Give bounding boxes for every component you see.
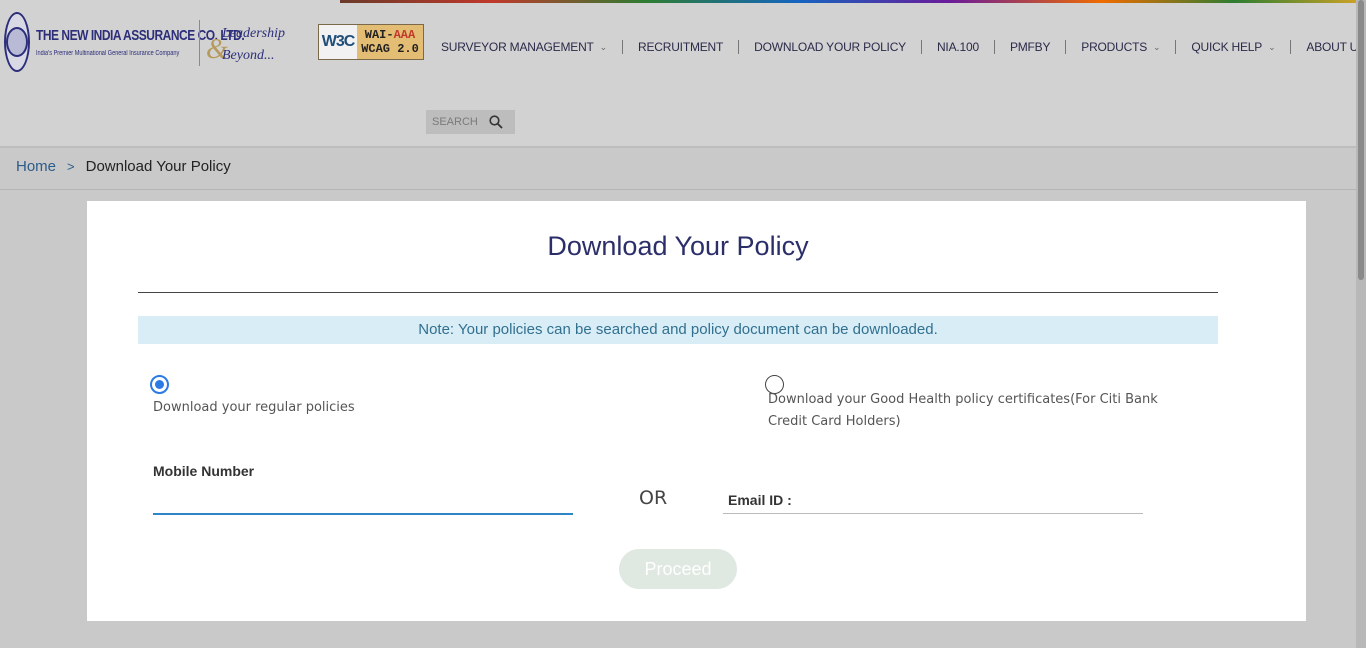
main-nav: SURVEYOR MANAGEMENT ⌄ RECRUITMENT DOWNLOA… (441, 38, 1366, 56)
tagline-line-2: Beyond... (222, 48, 275, 63)
breadcrumb-divider (0, 189, 1356, 190)
chevron-down-icon: ⌄ (599, 41, 608, 52)
company-logo[interactable]: THE NEW INDIA ASSURANCE CO. LTD. India's… (4, 8, 245, 76)
nav-download-your-policy[interactable]: DOWNLOAD YOUR POLICY (754, 40, 906, 54)
search-box (426, 110, 515, 134)
nav-nia100[interactable]: NIA.100 (937, 40, 979, 54)
download-policy-card: Download Your Policy Note: Your policies… (87, 201, 1306, 621)
wcag-badge[interactable]: W3C WAI-AAA WCAG 2.0 (318, 24, 424, 60)
nav-separator (622, 40, 624, 54)
title-divider (138, 292, 1218, 293)
or-separator: OR (639, 487, 668, 509)
nav-separator (1290, 40, 1292, 54)
search-input[interactable] (432, 112, 488, 132)
nav-separator (1065, 40, 1067, 54)
w3c-logo: W3C (319, 25, 357, 59)
radio-regular-label: Download your regular policies (153, 400, 355, 415)
breadcrumb-separator: > (67, 159, 75, 174)
radio-regular-policies[interactable] (150, 375, 169, 394)
page-title: Download Your Policy (547, 231, 809, 261)
info-note: Note: Your policies can be searched and … (138, 316, 1218, 344)
radio-good-health-label: Download your Good Health policy certifi… (768, 392, 1158, 429)
mobile-number-input[interactable] (153, 487, 573, 511)
tagline-line-1: Leadership (222, 26, 285, 41)
nav-separator (738, 40, 740, 54)
search-icon[interactable] (488, 114, 504, 130)
wcag-standard: WCAG 2.0 (361, 42, 419, 56)
logo-divider (199, 20, 200, 66)
page-scrollbar[interactable] (1356, 0, 1366, 648)
color-strip (340, 0, 1356, 3)
chevron-down-icon: ⌄ (1268, 41, 1276, 52)
nav-pmfby[interactable]: PMFBY (1010, 40, 1051, 54)
nav-surveyor-management[interactable]: SURVEYOR MANAGEMENT ⌄ (441, 40, 607, 54)
scrollbar-thumb[interactable] (1358, 0, 1364, 280)
nav-recruitment[interactable]: RECRUITMENT (638, 40, 723, 54)
breadcrumb-home-link[interactable]: Home (16, 158, 56, 175)
chevron-down-icon: ⌄ (1153, 41, 1161, 52)
breadcrumb: Home > Download Your Policy (16, 158, 231, 175)
nav-products[interactable]: PRODUCTS ⌄ (1081, 40, 1160, 54)
email-id-input[interactable] (787, 489, 1141, 511)
site-header: THE NEW INDIA ASSURANCE CO. LTD. India's… (0, 0, 1366, 148)
nav-separator (993, 40, 995, 54)
mobile-number-label: Mobile Number (153, 463, 255, 479)
tagline: & Leadership Beyond... (206, 22, 286, 70)
emblem-icon (4, 12, 30, 72)
breadcrumb-current: Download Your Policy (85, 158, 231, 175)
wcag-level-text: AAA (393, 28, 416, 42)
wcag-level: WAI-AAA (364, 28, 416, 42)
nav-separator (920, 40, 922, 54)
proceed-button[interactable]: Proceed (619, 549, 737, 589)
nav-quick-help[interactable]: QUICK HELP ⌄ (1191, 40, 1275, 54)
mobile-underline (153, 513, 573, 515)
email-underline (723, 513, 1143, 514)
nav-separator (1175, 40, 1177, 54)
email-id-label: Email ID : (728, 492, 792, 508)
